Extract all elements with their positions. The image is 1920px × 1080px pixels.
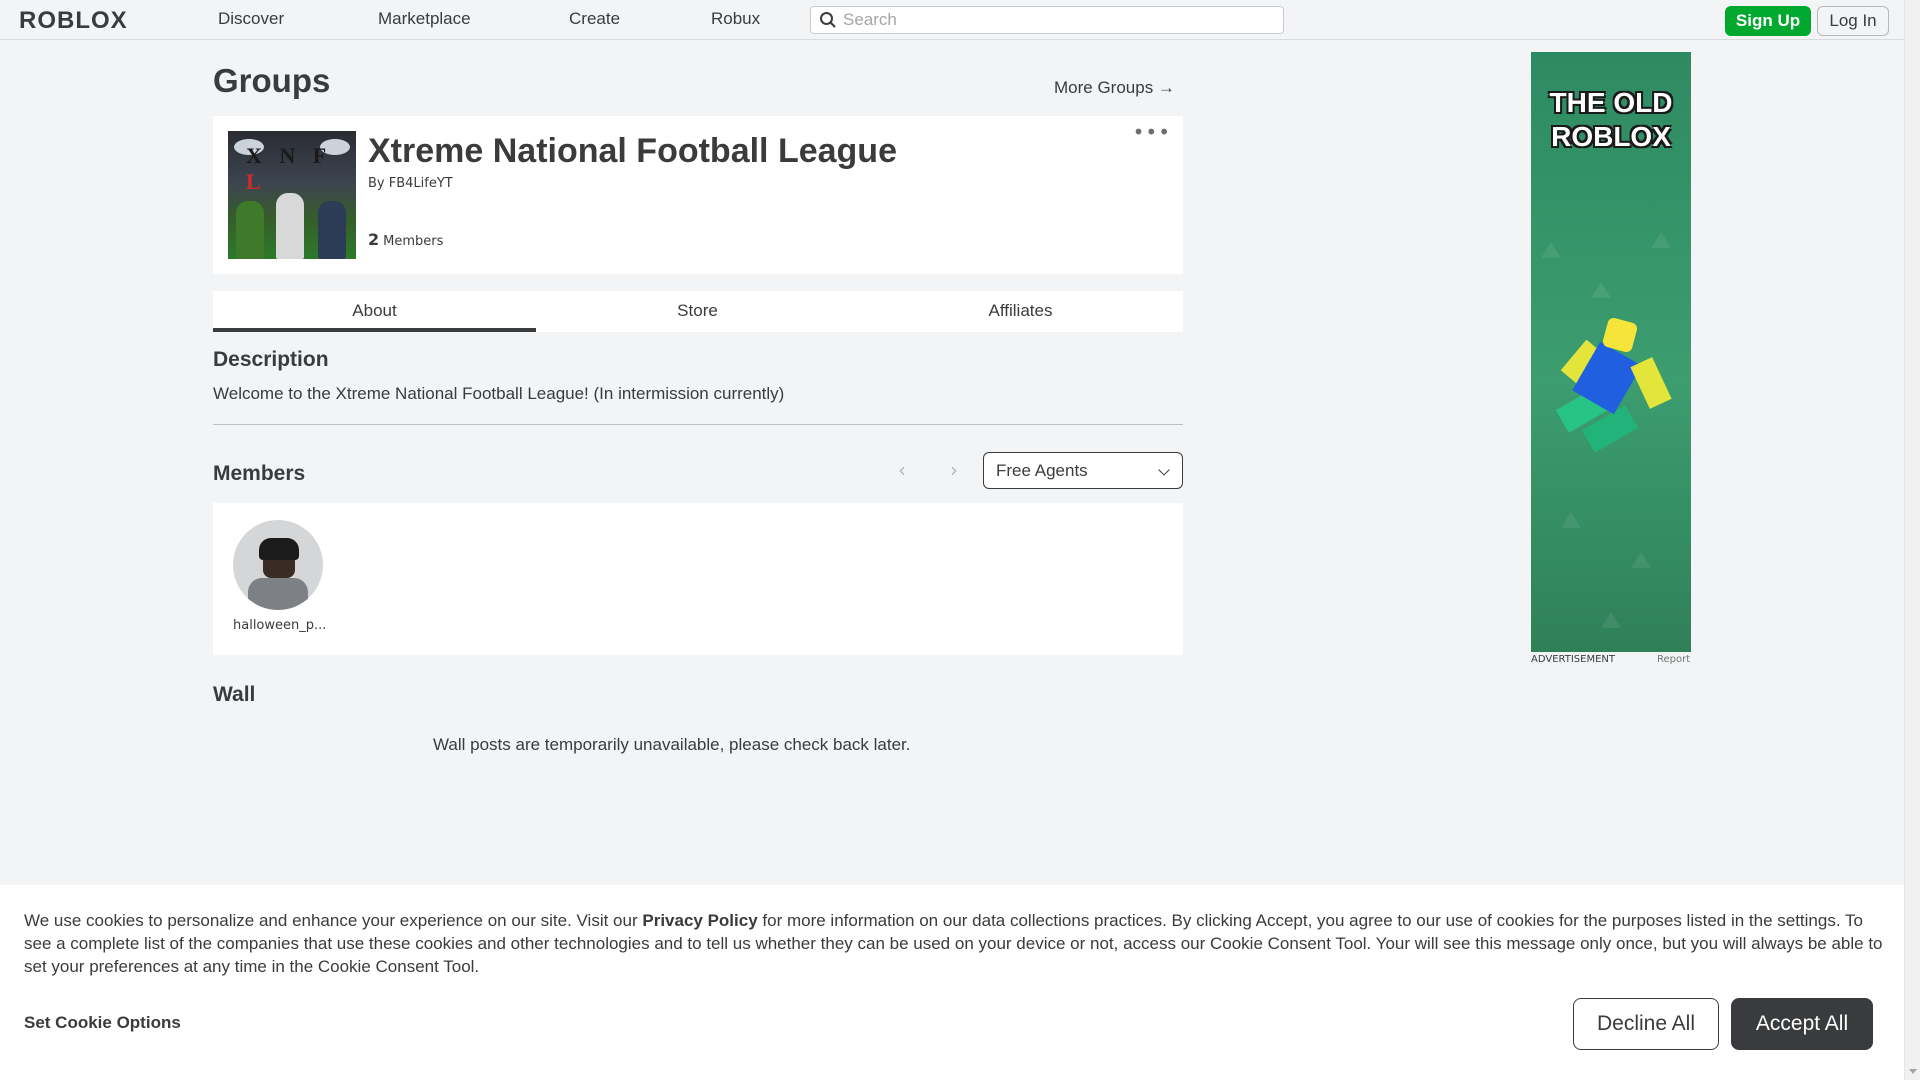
cookie-message: We use cookies to personalize and enhanc… (24, 909, 1886, 978)
role-dropdown-value: Free Agents (996, 461, 1088, 480)
wall-heading: Wall (213, 683, 256, 706)
search-icon (820, 12, 836, 28)
member-count: 2 Members (368, 230, 443, 249)
accept-all-button[interactable]: Accept All (1731, 998, 1873, 1050)
avatar[interactable] (233, 520, 323, 610)
ad-label: ADVERTISEMENT (1531, 654, 1616, 665)
ad-report-link[interactable]: Report (1657, 654, 1690, 665)
tab-affiliates[interactable]: Affiliates (859, 291, 1182, 332)
members-list: halloween_p... (213, 503, 1183, 655)
member-count-label: Members (383, 234, 444, 249)
wall-unavailable-message: Wall posts are temporarily unavailable, … (433, 735, 911, 754)
scroll-down-icon[interactable] (1909, 1069, 1917, 1074)
pattern-triangle (1561, 512, 1581, 528)
member-count-value: 2 (368, 230, 380, 249)
tab-about[interactable]: About (213, 291, 536, 332)
member-name[interactable]: halloween_p... (233, 618, 326, 633)
avatar-body (248, 578, 308, 610)
role-dropdown[interactable]: Free Agents (983, 452, 1183, 489)
pattern-triangle (1601, 612, 1621, 628)
chevron-right-icon[interactable]: › (950, 458, 958, 482)
pattern-triangle (1541, 242, 1561, 258)
member-tile[interactable]: halloween_p... (233, 520, 326, 633)
cookie-text-before: We use cookies to personalize and enhanc… (24, 911, 643, 930)
privacy-policy-link[interactable]: Privacy Policy (642, 911, 757, 930)
pattern-triangle (1631, 552, 1651, 568)
ad-title: THE OLD ROBLOX (1549, 87, 1673, 152)
emblem-text: X N F L (246, 143, 332, 194)
noob-character (1551, 316, 1672, 460)
group-emblem: X N F L (228, 131, 356, 259)
group-header-card: X N F L Xtreme National Football League … (213, 116, 1183, 274)
nav-discover[interactable]: Discover (218, 9, 284, 29)
group-description: Welcome to the Xtreme National Football … (213, 384, 785, 403)
search-box (810, 6, 1284, 34)
player-figure (318, 201, 346, 259)
search-input[interactable] (843, 9, 1273, 31)
tab-store[interactable]: Store (536, 291, 859, 332)
page-title: Groups (213, 62, 331, 99)
pattern-triangle (1651, 232, 1671, 248)
roblox-logo[interactable]: ROBLOX (19, 7, 128, 35)
nav-robux[interactable]: Robux (711, 9, 760, 29)
chevron-down-icon (1158, 464, 1170, 476)
divider (213, 424, 1183, 425)
group-owner-line: By FB4LifeYT (368, 176, 453, 191)
group-tabs: About Store Affiliates (213, 291, 1183, 332)
nav-marketplace[interactable]: Marketplace (378, 9, 471, 29)
advertisement-banner[interactable]: THE OLD ROBLOX (1531, 52, 1691, 652)
by-label: By (368, 176, 385, 191)
group-owner-link[interactable]: FB4LifeYT (389, 176, 453, 191)
signup-button[interactable]: Sign Up (1725, 6, 1811, 36)
pattern-triangle (1591, 282, 1611, 298)
player-figure (236, 201, 264, 259)
description-heading: Description (213, 348, 329, 371)
group-name: Xtreme National Football League (368, 132, 897, 170)
top-navigation: ROBLOX Discover Marketplace Create Robux… (0, 0, 1904, 40)
nav-create[interactable]: Create (569, 9, 620, 29)
more-groups-link[interactable]: More Groups → (1054, 78, 1175, 98)
chevron-left-icon[interactable]: ‹ (898, 458, 906, 482)
more-options-icon[interactable]: ••• (1133, 122, 1171, 142)
cookie-banner: We use cookies to personalize and enhanc… (0, 885, 1904, 1080)
members-heading: Members (213, 462, 306, 485)
player-figure (276, 193, 304, 259)
scrollbar-thumb[interactable] (1908, 6, 1917, 1058)
avatar-hair (259, 538, 299, 560)
set-cookie-options-link[interactable]: Set Cookie Options (24, 1013, 181, 1033)
decline-all-button[interactable]: Decline All (1573, 998, 1719, 1050)
login-button[interactable]: Log In (1817, 6, 1889, 36)
page-scrollbar[interactable] (1904, 0, 1920, 1080)
